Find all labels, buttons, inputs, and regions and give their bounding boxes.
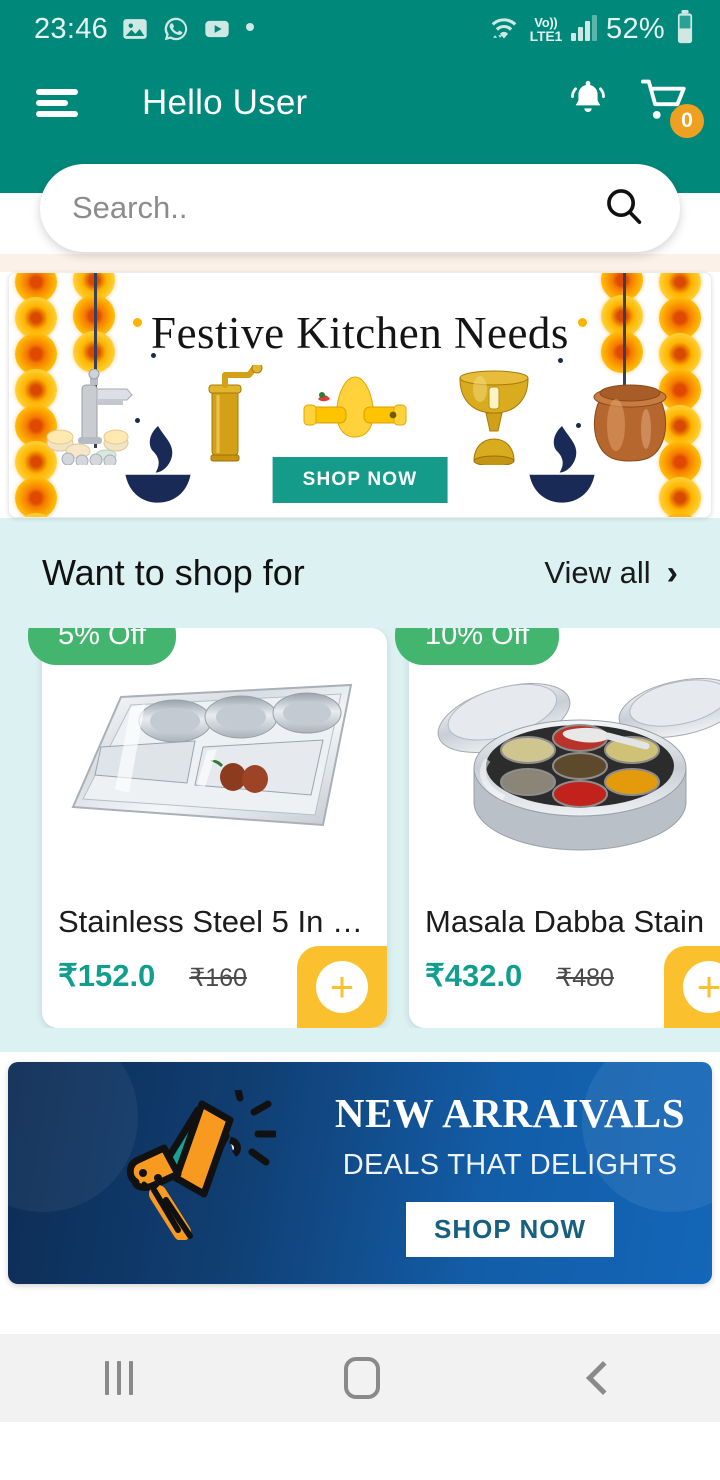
- promo-banner[interactable]: NEW ARRAIVALS DEALS THAT DELIGHTS SHOP N…: [8, 1062, 712, 1284]
- dot-indicator: [244, 20, 256, 38]
- festive-product-images: [9, 365, 711, 465]
- hamburger-icon[interactable]: [36, 84, 78, 122]
- wifi-icon: [487, 13, 521, 46]
- volte-label-bottom: LTE1: [529, 27, 563, 44]
- cream-divider: [0, 254, 720, 272]
- product-image: [409, 628, 720, 896]
- shop-section-title: Want to shop for: [42, 552, 305, 593]
- festive-banner-wrap: Festive Kitchen Needs SHOP NOW: [0, 272, 720, 518]
- recents-icon[interactable]: [105, 1361, 134, 1395]
- add-to-cart-button[interactable]: +: [297, 946, 387, 1028]
- battery-percent: 52%: [606, 12, 665, 45]
- festive-banner[interactable]: Festive Kitchen Needs SHOP NOW: [8, 272, 712, 518]
- volte-label-top: Vo)): [534, 14, 558, 30]
- product-card[interactable]: 5% Off Stainless Steel 5 In 1... ₹152.0 …: [28, 628, 387, 1028]
- chevron-right-icon: ›: [666, 554, 678, 592]
- cart-count-badge: 0: [670, 103, 704, 138]
- battery-icon: [674, 9, 696, 49]
- product-name: Stainless Steel 5 In 1...: [58, 904, 376, 939]
- product-price: ₹152.0: [58, 958, 156, 993]
- bottom-spacer: [0, 1284, 720, 1334]
- header-actions: 0: [564, 77, 704, 138]
- product-name: Masala Dabba Stain: [425, 904, 705, 939]
- product-mrp: ₹480: [556, 964, 614, 992]
- volte-icon: Vo)) LTE1: [529, 14, 563, 44]
- gallery-icon: [121, 15, 149, 43]
- yellow-juicer-icon: [303, 376, 407, 438]
- megaphone-icon: [126, 1090, 276, 1240]
- shop-section-header: Want to shop for View all ›: [0, 552, 720, 594]
- plus-icon: +: [683, 961, 720, 1013]
- stainless-steel-compartment-tray-icon: [71, 683, 352, 826]
- search-icon[interactable]: [602, 184, 646, 233]
- festive-banner-title: Festive Kitchen Needs: [151, 308, 569, 358]
- page-title: Hello User: [142, 83, 308, 122]
- promo-banner-title: NEW ARRAIVALS: [334, 1090, 686, 1136]
- status-time: 23:46: [34, 12, 109, 45]
- youtube-icon: [203, 15, 231, 43]
- status-bar-right: Vo)) LTE1 52%: [487, 9, 696, 49]
- view-all-label: View all: [544, 555, 651, 590]
- status-bar: 23:46 Vo)) LTE1 52%: [0, 0, 720, 58]
- cart-icon[interactable]: 0: [640, 77, 704, 138]
- signal-bars-icon: [571, 15, 598, 41]
- product-price: ₹432.0: [425, 958, 523, 993]
- product-card[interactable]: 10% Off Masala Dabba Stain ₹432.0 ₹480 +: [395, 628, 720, 1028]
- promo-banner-subtitle: DEALS THAT DELIGHTS: [342, 1149, 678, 1181]
- shop-section: Want to shop for View all › 5% Off Stain…: [0, 518, 720, 1052]
- masala-dabba-spice-box-icon: [437, 677, 720, 850]
- bell-icon[interactable]: [564, 77, 612, 130]
- search-bar[interactable]: [40, 164, 680, 252]
- whatsapp-icon: [162, 15, 190, 43]
- search-input[interactable]: [72, 190, 602, 226]
- product-image: [42, 628, 387, 896]
- product-carousel[interactable]: 5% Off Stainless Steel 5 In 1... ₹152.0 …: [0, 628, 720, 1028]
- status-bar-left: 23:46: [34, 13, 256, 46]
- home-icon[interactable]: [343, 1357, 380, 1399]
- system-nav-bar: [0, 1334, 720, 1422]
- promo-banner-wrap: NEW ARRAIVALS DEALS THAT DELIGHTS SHOP N…: [0, 1052, 720, 1284]
- festive-shop-now-button[interactable]: SHOP NOW: [272, 457, 448, 503]
- app-header: Hello User 0: [0, 58, 720, 148]
- promo-shop-now-button[interactable]: SHOP NOW: [406, 1202, 614, 1257]
- search-zone: [0, 148, 720, 254]
- discount-badge: 10% Off: [395, 628, 560, 665]
- product-mrp: ₹160: [189, 964, 247, 992]
- diya-lamp-icon: [529, 425, 595, 503]
- discount-badge: 5% Off: [28, 628, 177, 665]
- add-to-cart-button[interactable]: +: [664, 946, 720, 1028]
- view-all-button[interactable]: View all ›: [544, 555, 678, 591]
- plus-icon: +: [316, 961, 368, 1013]
- diya-lamp-icon: [125, 425, 191, 503]
- back-icon[interactable]: [585, 1361, 620, 1395]
- promo-banner-text: NEW ARRAIVALS DEALS THAT DELIGHTS SHOP N…: [308, 1089, 712, 1257]
